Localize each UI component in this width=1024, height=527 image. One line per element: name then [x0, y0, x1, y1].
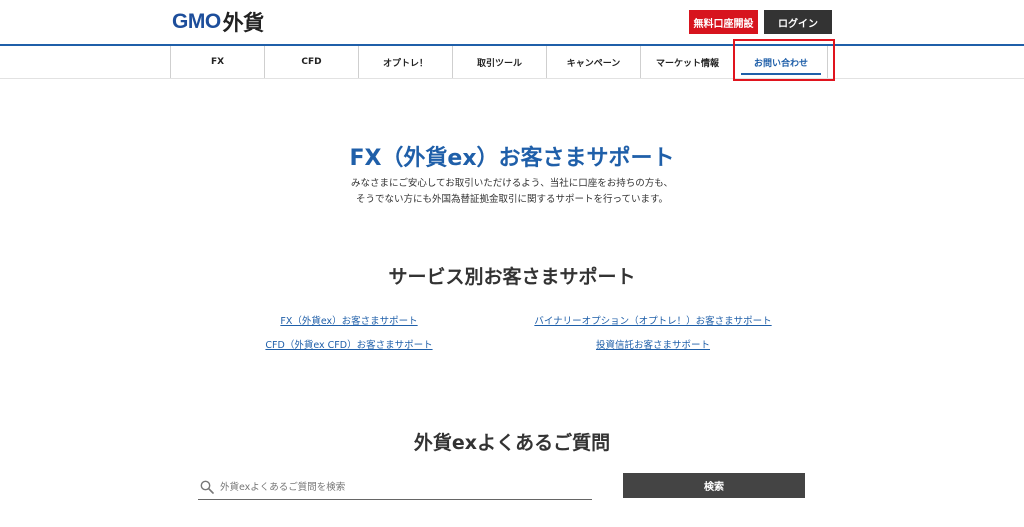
gmo-gaika-logo[interactable]: GMO 外貨 — [172, 9, 264, 35]
faq-search-input[interactable] — [218, 476, 582, 498]
logo-gmo-text: GMO — [172, 10, 221, 33]
site-header: GMO 外貨 無料口座開設 ログイン — [0, 0, 1024, 46]
logo-gaika-text: 外貨 — [222, 11, 265, 35]
contact-highlight-box — [733, 39, 835, 81]
nav-item-trading-tools[interactable]: 取引ツール — [452, 46, 546, 78]
nav-item-fx[interactable]: FX — [170, 46, 264, 78]
faq-heading: 外貨exよくあるご質問 — [413, 432, 611, 454]
page-title: FX（外貨ex）お客さまサポート — [349, 146, 675, 171]
global-nav: FX CFD オプトレ！ 取引ツール キャンペーン マーケット情報 お問い合わせ — [0, 46, 1024, 79]
faq-search-button[interactable]: 検索 — [623, 473, 805, 498]
investment-trust-support-link[interactable]: 投資信託お客さまサポート — [596, 337, 710, 351]
description-line-1: みなさまにご安心してお取引いただけるよう、当社に口座をお持ちの方も、 — [351, 178, 673, 189]
login-button[interactable]: ログイン — [764, 10, 832, 34]
faq-search-box — [198, 474, 592, 500]
page-description: みなさまにご安心してお取引いただけるよう、当社に口座をお持ちの方も、 そうでない… — [0, 176, 1024, 208]
binary-option-support-link[interactable]: バイナリーオプション（オプトレ！）お客さまサポート — [534, 313, 771, 327]
nav-item-campaign[interactable]: キャンペーン — [546, 46, 640, 78]
cfd-support-link[interactable]: CFD（外貨ex CFD）お客さまサポート — [265, 337, 432, 351]
nav-item-cfd[interactable]: CFD — [264, 46, 358, 78]
nav-item-optre[interactable]: オプトレ！ — [358, 46, 452, 78]
fx-support-link[interactable]: FX（外貨ex）お客さまサポート — [280, 313, 417, 327]
description-line-2: そうでない方にも外国為替証拠金取引に関するサポートを行っています。 — [355, 194, 669, 205]
search-icon — [200, 479, 214, 494]
nav-item-market-info[interactable]: マーケット情報 — [640, 46, 734, 78]
open-account-button[interactable]: 無料口座開設 — [689, 10, 758, 34]
service-support-heading: サービス別お客さまサポート — [388, 266, 636, 288]
